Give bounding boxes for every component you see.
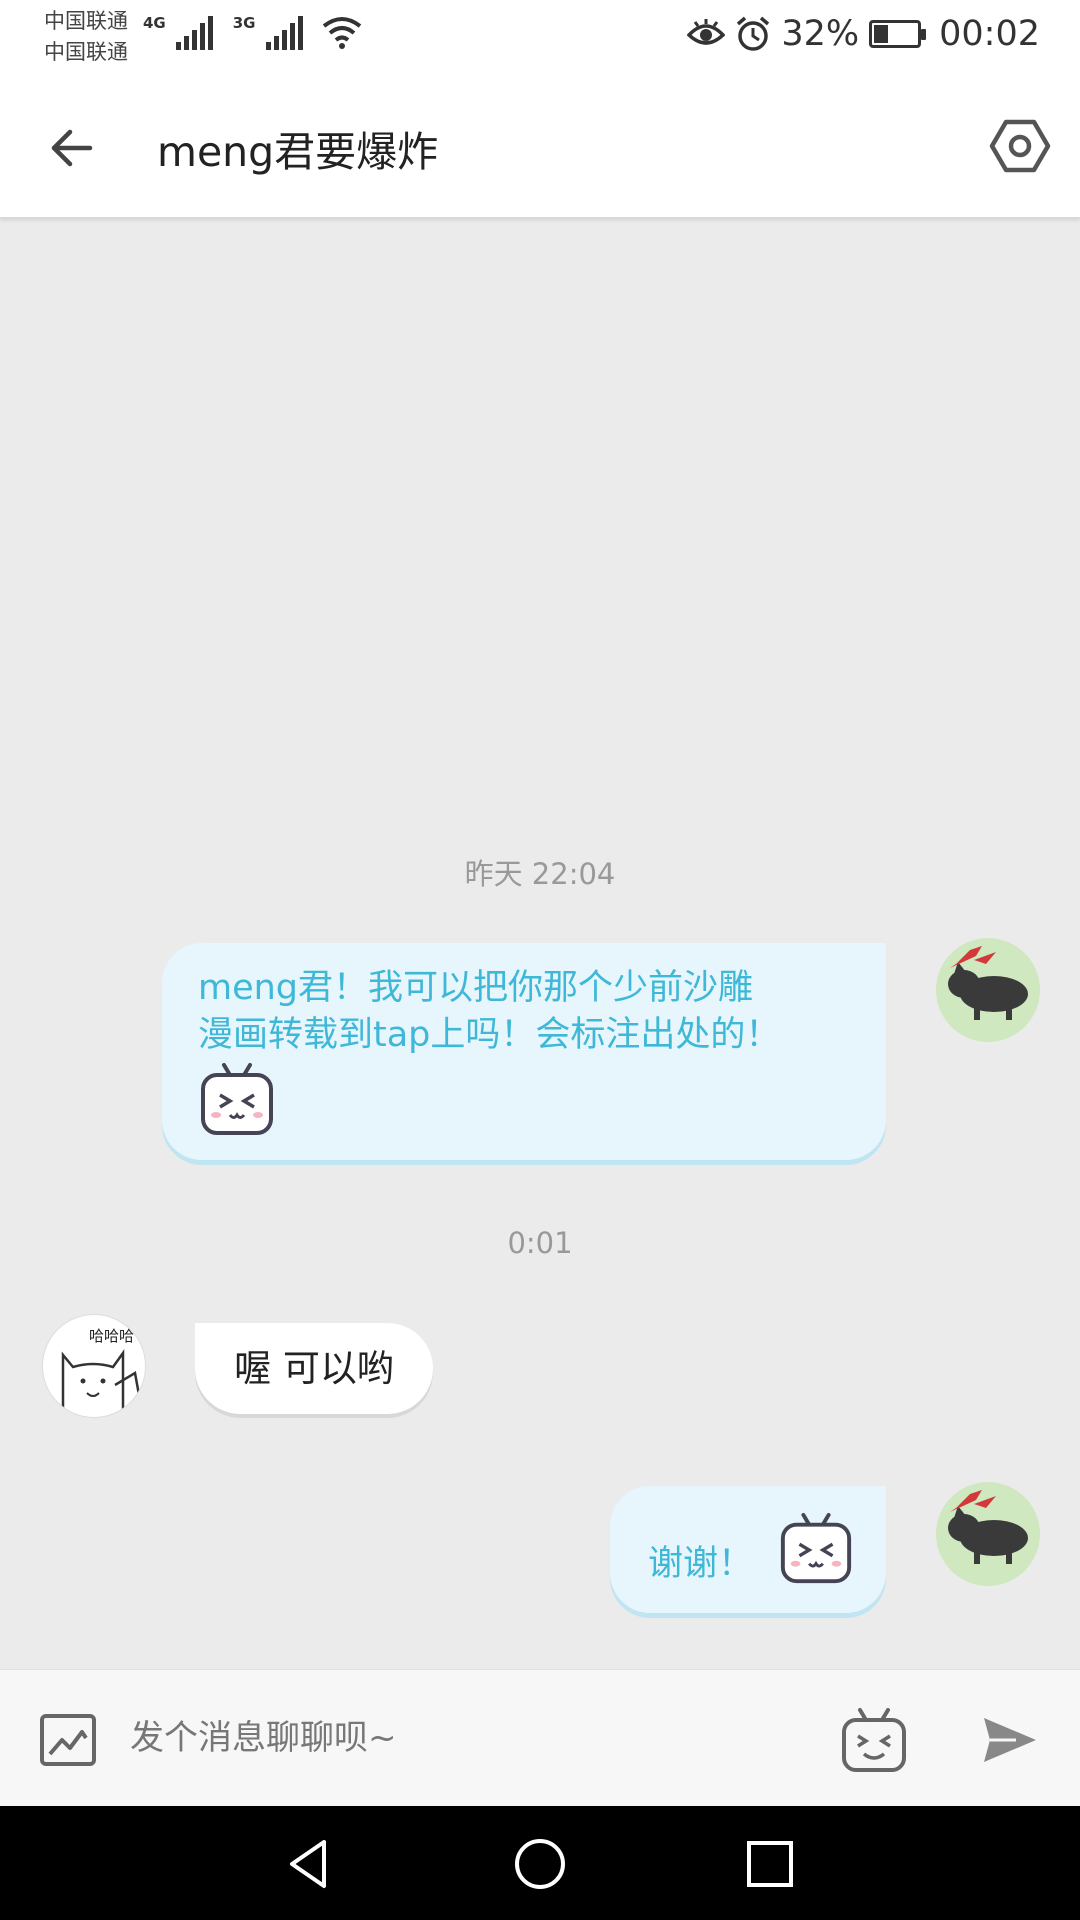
status-bar: 中国联通 中国联通 4G 3G 32% 00:02 [0,0,1080,76]
message-text: 喔 可以哟 [234,1347,394,1390]
avatar[interactable] [936,938,1040,1042]
status-right: 32% 00:02 [687,14,1040,54]
home-circle-icon[interactable] [510,1834,570,1894]
network-type-1: 4G [143,14,166,32]
battery-level [874,25,889,43]
signal-icon [175,16,213,50]
system-nav-bar [0,1806,1080,1920]
arrow-left-icon[interactable] [40,116,104,180]
send-icon[interactable] [980,1710,1040,1770]
page-title: meng君要爆炸 [157,128,439,176]
cat-sketch-avatar-icon: 哈哈哈 [61,1327,141,1411]
message-text-line: meng君！我可以把你那个少前沙雕 [198,968,754,1008]
hexagon-settings-icon[interactable] [988,114,1052,178]
avatar[interactable] [936,1482,1040,1586]
cat-avatar-icon [936,1482,1040,1586]
eye-icon [687,19,726,45]
avatar[interactable]: 哈哈哈 [42,1314,146,1418]
message-text: 谢谢！ [648,1544,754,1584]
carrier-labels: 中国联通 中国联通 [44,6,128,68]
outgoing-message-bubble[interactable]: 谢谢！ [610,1486,886,1613]
chat-header: meng君要爆炸 [0,76,1080,219]
signal-icon [265,16,303,50]
incoming-message-bubble[interactable]: 喔 可以哟 [195,1323,433,1414]
image-icon[interactable] [38,1710,98,1770]
message-text-line: 漫画转载到tap上吗！会标注出处的！ [198,1015,781,1055]
message-timestamp: 0:01 [507,1226,573,1260]
message-timestamp: 昨天 22:04 [464,857,616,891]
message-input[interactable] [130,1700,810,1776]
outgoing-message-bubble[interactable]: meng君！我可以把你那个少前沙雕 漫画转载到tap上吗！会标注出处的！ [162,943,886,1160]
wifi-icon [322,17,361,49]
cat-avatar-icon [936,938,1040,1042]
battery-icon [869,20,927,48]
alarm-icon [737,16,770,51]
message-input-bar [0,1669,1080,1806]
tv-face-emoji [201,1063,273,1135]
clock: 00:02 [939,14,1040,54]
carrier-2: 中国联通 [44,40,128,64]
back-triangle-icon[interactable] [280,1834,340,1894]
chat-area[interactable]: 昨天 22:04 meng君！我可以把你那个少前沙雕 漫画转载到tap上吗！会标… [0,221,1080,1669]
tv-face-emoji [780,1512,852,1583]
avatar-caption: 哈哈哈 [89,1327,134,1345]
tv-emoji-icon[interactable] [840,1706,908,1774]
carrier-1: 中国联通 [44,9,128,33]
recents-square-icon[interactable] [740,1834,800,1894]
battery-percent: 32% [781,14,860,54]
signal-group: 4G 3G [143,14,363,50]
network-type-2: 3G [232,14,256,32]
